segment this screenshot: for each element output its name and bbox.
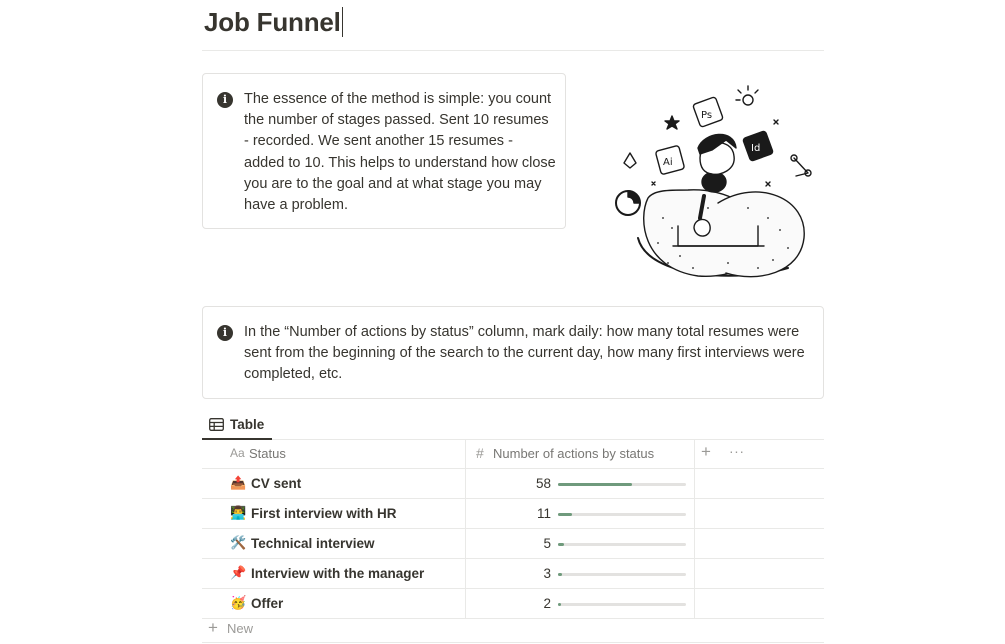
progress-bar-fill <box>558 543 564 546</box>
table-row[interactable]: 🛠️ Technical interview 5 <box>202 529 824 559</box>
status-emoji-icon: 📌 <box>230 565 247 580</box>
status-label: Interview with the manager <box>251 565 425 581</box>
status-emoji-icon: 👨‍💻 <box>230 505 247 520</box>
more-options-button[interactable]: ··· <box>729 443 745 459</box>
progress-bar-fill <box>558 573 562 576</box>
progress-bar-track <box>558 573 686 576</box>
callout-instructions[interactable]: i In the “Number of actions by status” c… <box>202 306 824 399</box>
text-property-icon: Aa <box>230 446 245 460</box>
number-property-icon: # <box>476 445 484 461</box>
new-row-button[interactable]: + New <box>202 614 824 643</box>
info-icon: i <box>217 92 233 108</box>
new-row-label: New <box>227 621 254 636</box>
progress-bar-fill <box>558 603 561 606</box>
callout-text: In the “Number of actions by status” col… <box>244 324 805 383</box>
illustration-designer: Ps Ai Id <box>615 85 812 278</box>
status-label: Offer <box>251 595 284 611</box>
progress-bar-track <box>558 513 686 516</box>
progress-bar-track <box>558 543 686 546</box>
status-table: Aa Status # Number of actions by status … <box>202 439 824 619</box>
info-icon: i <box>217 325 233 341</box>
callout-method[interactable]: i The essence of the method is simple: y… <box>202 73 566 229</box>
progress-bar-fill <box>558 513 572 516</box>
status-cell[interactable]: 📤 CV sent <box>202 469 466 498</box>
table-header: Aa Status # Number of actions by status … <box>202 439 824 469</box>
column-header-number[interactable]: # Number of actions by status <box>466 439 695 468</box>
column-header-status[interactable]: Aa Status <box>202 439 466 468</box>
status-emoji-icon: 📤 <box>230 475 247 490</box>
status-label: Technical interview <box>251 535 375 551</box>
plus-icon: + <box>208 618 218 637</box>
progress-bar-track <box>558 603 686 606</box>
tab-label: Table <box>230 416 265 432</box>
status-emoji-icon: 🥳 <box>230 595 247 610</box>
tab-table[interactable]: Table <box>202 410 273 440</box>
count-cell[interactable]: 11 <box>466 499 695 528</box>
svg-text:Ai: Ai <box>663 157 673 168</box>
count-value: 2 <box>543 596 551 611</box>
svg-text:Id: Id <box>751 143 760 154</box>
status-emoji-icon: 🛠️ <box>230 535 247 550</box>
status-value: 🥳 Offer <box>230 595 283 611</box>
status-value: 🛠️ Technical interview <box>230 535 375 551</box>
status-value: 📌 Interview with the manager <box>230 565 424 581</box>
view-tabbar: Table <box>202 410 824 440</box>
title-divider <box>202 50 824 51</box>
table-row[interactable]: 📌 Interview with the manager 3 <box>202 559 824 589</box>
status-value: 📤 CV sent <box>230 475 301 491</box>
count-cell[interactable]: 5 <box>466 529 695 558</box>
page-title[interactable]: Job Funnel <box>204 4 343 40</box>
text-caret <box>341 7 343 37</box>
table-row[interactable]: 👨‍💻 First interview with HR 11 <box>202 499 824 529</box>
status-label: First interview with HR <box>251 505 397 521</box>
count-value: 11 <box>536 506 551 521</box>
count-value: 5 <box>543 536 551 551</box>
progress-bar-fill <box>558 483 632 486</box>
count-value: 3 <box>543 566 551 581</box>
status-cell[interactable]: 👨‍💻 First interview with HR <box>202 499 466 528</box>
callout-text: The essence of the method is simple: you… <box>244 91 556 214</box>
column-label: Status <box>249 446 286 461</box>
status-label: CV sent <box>251 475 302 491</box>
table-row[interactable]: 📤 CV sent 58 <box>202 469 824 499</box>
add-column-button[interactable]: + <box>701 442 711 462</box>
status-cell[interactable]: 📌 Interview with the manager <box>202 559 466 588</box>
progress-bar-track <box>558 483 686 486</box>
count-cell[interactable]: 3 <box>466 559 695 588</box>
svg-text:Ps: Ps <box>701 110 712 121</box>
table-icon <box>209 417 224 431</box>
count-value: 58 <box>535 476 551 491</box>
status-value: 👨‍💻 First interview with HR <box>230 505 397 521</box>
count-cell[interactable]: 58 <box>466 469 695 498</box>
column-label: Number of actions by status <box>493 446 655 461</box>
status-cell[interactable]: 🛠️ Technical interview <box>202 529 466 558</box>
